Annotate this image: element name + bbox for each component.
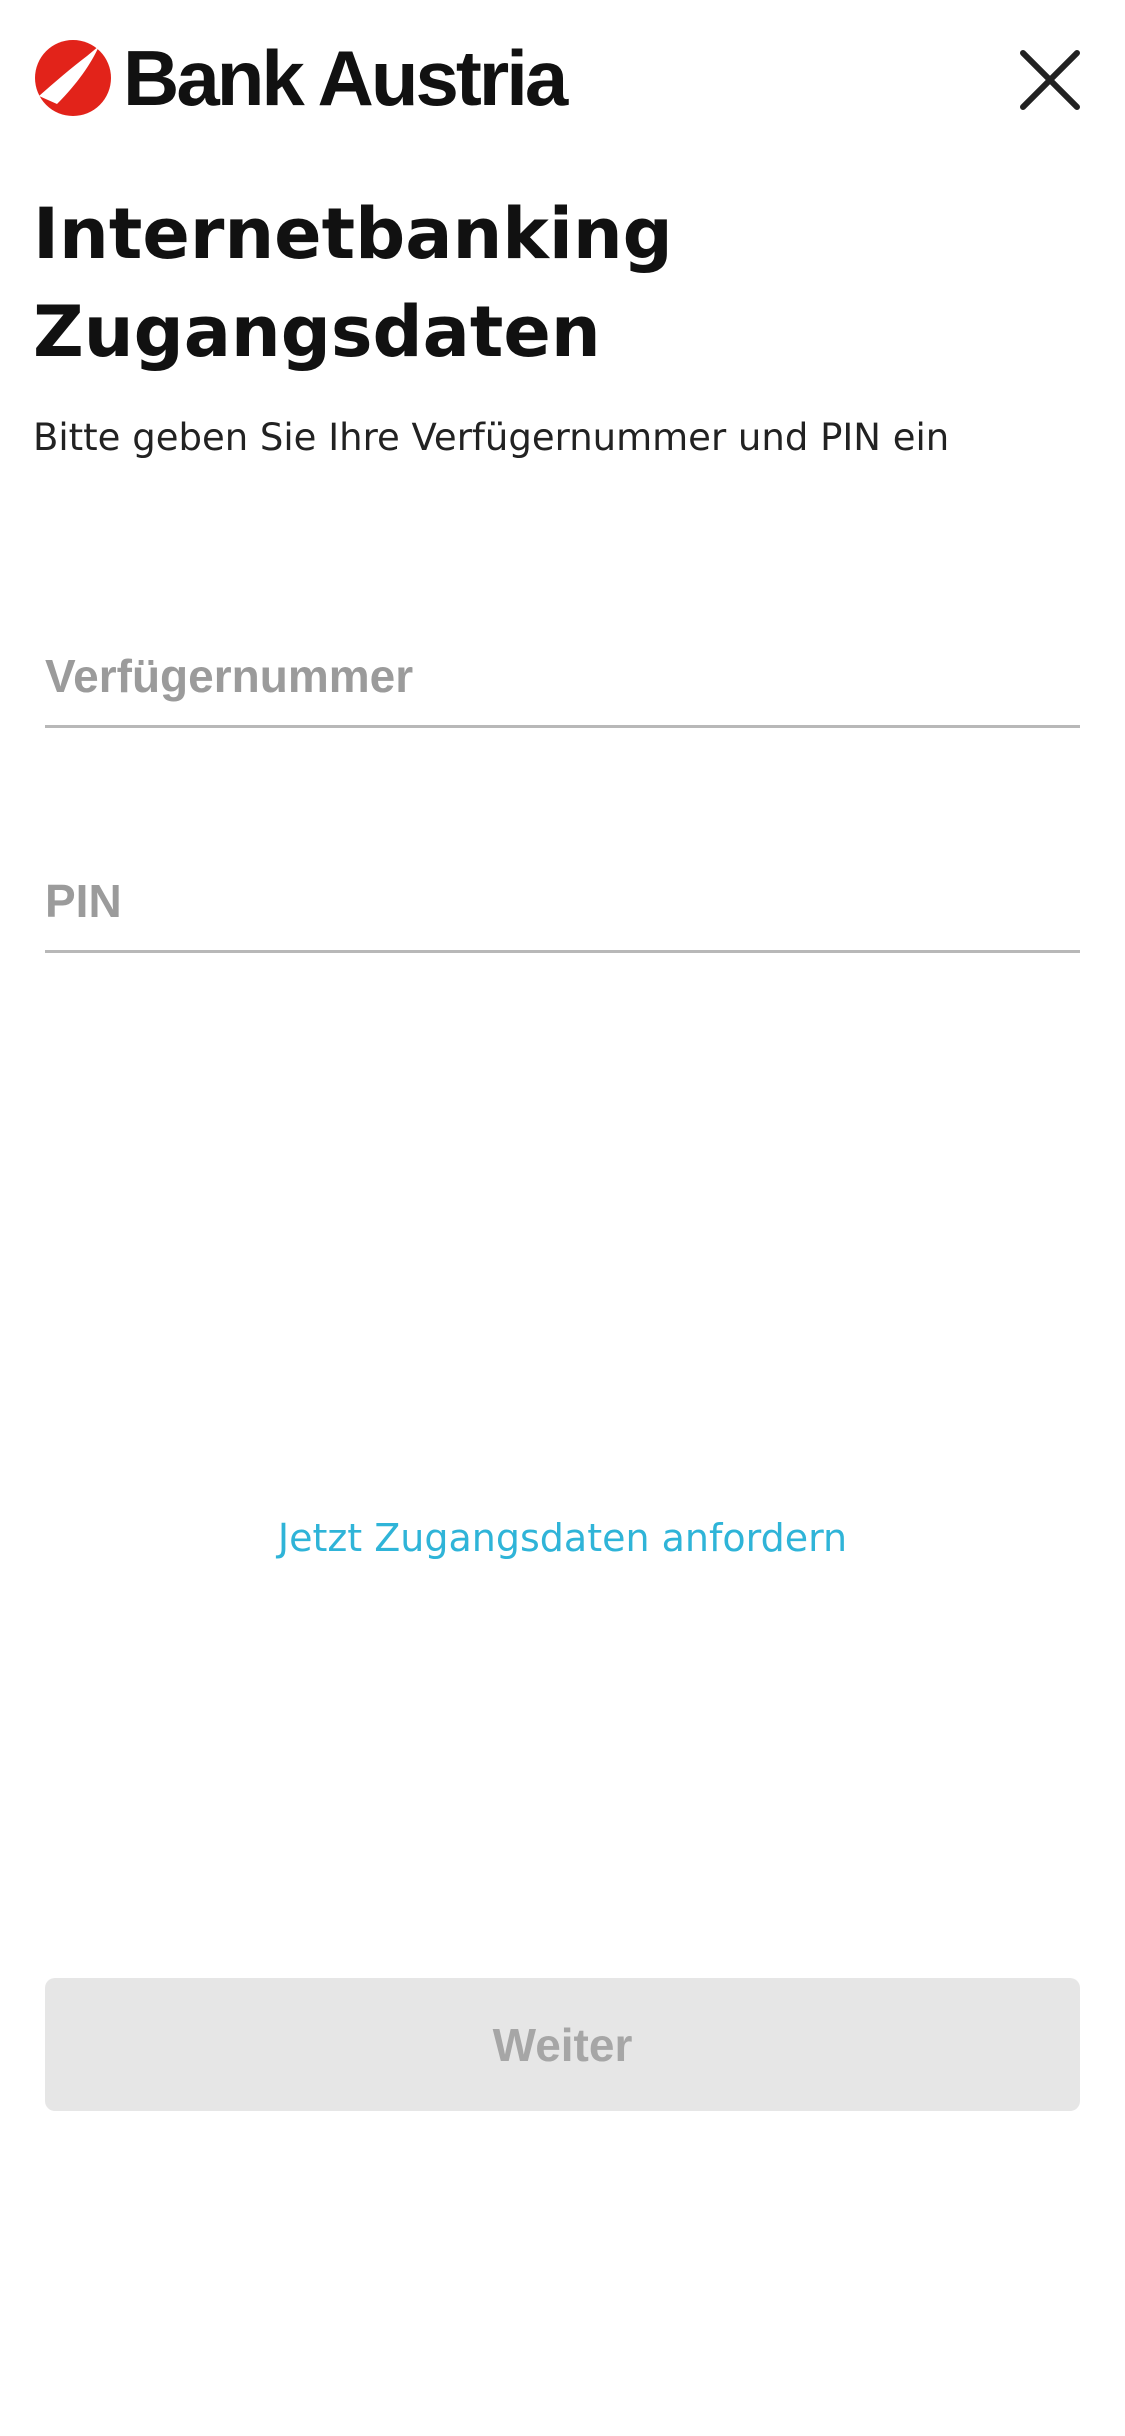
brand-logo: Bank Austria — [33, 34, 568, 122]
pin-input[interactable] — [45, 874, 1080, 928]
app-header: Bank Austria — [0, 0, 1125, 170]
brand-name: Bank Austria — [123, 34, 568, 122]
page-title: Internetbanking Zugangsdaten — [33, 193, 673, 373]
pin-field[interactable] — [45, 840, 1080, 953]
close-button[interactable] — [1015, 45, 1085, 115]
account-number-input[interactable] — [45, 649, 1080, 703]
continue-button[interactable]: Weiter — [45, 1978, 1080, 2111]
close-icon[interactable] — [1015, 45, 1085, 115]
page-subtitle: Bitte geben Sie Ihre Verfügernummer und … — [33, 416, 950, 459]
unicredit-logo-icon — [35, 40, 111, 116]
request-credentials-link[interactable]: Jetzt Zugangsdaten anfordern — [0, 1512, 1125, 1564]
account-number-field[interactable] — [45, 615, 1080, 728]
